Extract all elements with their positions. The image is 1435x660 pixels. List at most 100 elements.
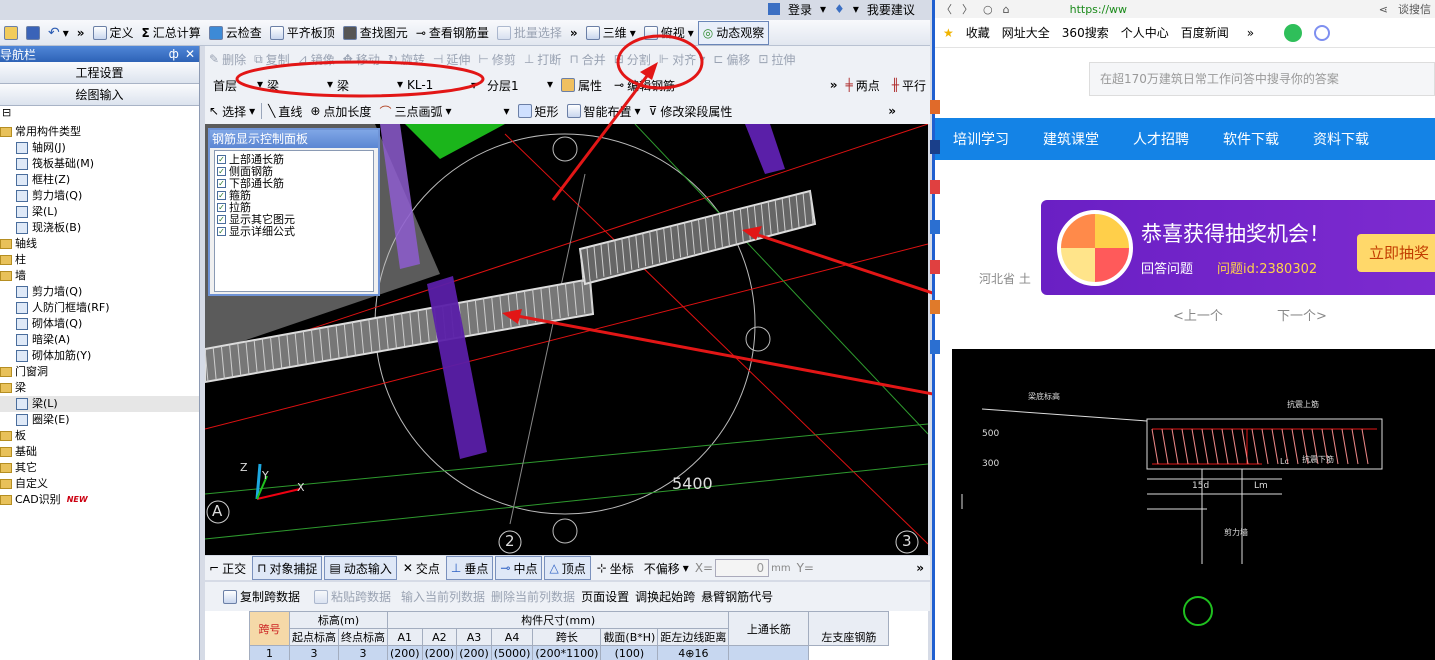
- tree-folder[interactable]: 常用构件类型: [0, 124, 199, 140]
- search-box[interactable]: 在超170万建筑日常工作问答中搜寻你的答案: [1089, 62, 1435, 96]
- lottery-button[interactable]: 立即抽奖: [1357, 234, 1435, 272]
- more-icon[interactable]: »: [916, 561, 924, 575]
- swap-start-button[interactable]: 调换起始跨: [635, 588, 695, 605]
- site-nav-item[interactable]: 建筑课堂: [1043, 129, 1099, 149]
- tree-item[interactable]: 砌体墙(Q): [0, 316, 199, 332]
- site-nav-item[interactable]: 培训学习: [953, 129, 1009, 149]
- tree-item[interactable]: 梁(L): [0, 204, 199, 220]
- strip-icon[interactable]: [930, 300, 940, 314]
- login-link[interactable]: 登录: [788, 1, 812, 18]
- tree-folder[interactable]: 门窗洞: [0, 364, 199, 380]
- merge-button[interactable]: ⊓ 合并: [565, 47, 609, 71]
- tree-folder[interactable]: 轴线: [0, 236, 199, 252]
- next-link[interactable]: 下一个>: [1277, 305, 1327, 324]
- strip-icon[interactable]: [930, 340, 940, 354]
- parallel-button[interactable]: ╫ 平行: [888, 73, 930, 97]
- table-cell[interactable]: 3: [338, 645, 388, 660]
- home-icon[interactable]: ⌂: [1003, 3, 1010, 16]
- summary-button[interactable]: Σ 汇总计算: [138, 21, 205, 45]
- strip-icon[interactable]: [930, 140, 940, 154]
- bookmark-link[interactable]: 网址大全: [1002, 24, 1050, 41]
- tree-item[interactable]: 剪力墙(Q): [0, 188, 199, 204]
- bookmark-link[interactable]: 收藏: [966, 24, 990, 41]
- tree-item[interactable]: 轴网(J): [0, 140, 199, 156]
- tree-item[interactable]: 现浇板(B): [0, 220, 199, 236]
- wechat-icon[interactable]: [1284, 23, 1303, 42]
- align-top-button[interactable]: 平齐板顶: [266, 21, 339, 45]
- subtype-select[interactable]: 梁 ▾: [337, 77, 403, 94]
- url-bar[interactable]: https://ww: [1070, 3, 1127, 16]
- snap-toggle[interactable]: ⊓ 对象捕捉: [252, 556, 323, 580]
- more-icon[interactable]: »: [1247, 26, 1254, 40]
- table-cell[interactable]: (5000): [490, 645, 534, 660]
- tree-folder[interactable]: 自定义: [0, 476, 199, 492]
- tree-folder[interactable]: CAD识别 NEW: [0, 492, 199, 508]
- tree-item[interactable]: 框柱(Z): [0, 172, 199, 188]
- more-icon[interactable]: »: [830, 78, 838, 92]
- more-icon[interactable]: »: [888, 104, 896, 118]
- paste-span-button[interactable]: 粘贴跨数据: [310, 585, 395, 609]
- more-icon[interactable]: »: [570, 26, 578, 40]
- tree-item[interactable]: 砌体加筋(Y): [0, 348, 199, 364]
- tree-folder[interactable]: 墙: [0, 268, 199, 284]
- table-cell[interactable]: (200): [421, 645, 458, 660]
- strip-icon[interactable]: [930, 220, 940, 234]
- dynamic-input-toggle[interactable]: ▤ 动态输入: [324, 556, 397, 580]
- rect-button[interactable]: 矩形: [514, 99, 563, 123]
- delete-col-button[interactable]: 删除当前列数据: [491, 588, 575, 605]
- find-button[interactable]: 查找图元: [339, 21, 412, 45]
- intersect-toggle[interactable]: ✕ 交点: [399, 556, 444, 580]
- pin-icon[interactable]: ф: [169, 47, 179, 61]
- bookmark-link[interactable]: 百度新闻: [1181, 24, 1229, 41]
- edit-rebar-button[interactable]: ⊸ 编辑钢筋: [610, 73, 679, 97]
- table-cell[interactable]: (200): [456, 645, 492, 660]
- tree-item[interactable]: 圈梁(E): [0, 412, 199, 428]
- three-d-button[interactable]: 三维 ▾: [582, 21, 640, 45]
- x-input[interactable]: 0: [715, 559, 770, 577]
- vertex-toggle[interactable]: △ 顶点: [544, 556, 591, 580]
- tree-item[interactable]: 暗梁(A): [0, 332, 199, 348]
- tree-folder[interactable]: 梁: [0, 380, 199, 396]
- close-icon[interactable]: ✕: [185, 47, 195, 61]
- copy-span-button[interactable]: 复制跨数据: [219, 585, 304, 609]
- cantilever-button[interactable]: 悬臂钢筋代号: [701, 588, 773, 605]
- two-point-button[interactable]: ╪ 两点: [842, 73, 884, 97]
- arc-mode-select[interactable]: ▾: [456, 99, 514, 123]
- table-cell[interactable]: [728, 645, 810, 660]
- top-view-button[interactable]: 俯视 ▾: [640, 21, 698, 45]
- strip-icon[interactable]: [930, 100, 940, 114]
- move-button[interactable]: ✥ 移动: [339, 47, 384, 71]
- select-button[interactable]: ↖ 选择 ▾: [205, 99, 259, 123]
- rebar-checkbox[interactable]: ✓ 显示详细公式: [217, 225, 371, 238]
- collapse-icon[interactable]: ⊟: [0, 106, 199, 120]
- cloud-check-button[interactable]: 云检查: [205, 21, 266, 45]
- site-nav-item[interactable]: 资料下载: [1313, 129, 1369, 149]
- table-cell[interactable]: 4⊕16: [657, 645, 730, 660]
- type-select[interactable]: 梁 ▾: [267, 77, 333, 94]
- forward-icon[interactable]: 〉: [962, 1, 973, 17]
- tab-project-settings[interactable]: 工程设置: [0, 62, 199, 84]
- rotate-button[interactable]: ↻ 旋转: [384, 47, 429, 71]
- tree-item[interactable]: 剪力墙(Q): [0, 284, 199, 300]
- site-nav-item[interactable]: 软件下载: [1223, 129, 1279, 149]
- undo-button[interactable]: ↶ ▾: [44, 21, 73, 45]
- strip-icon[interactable]: [930, 180, 940, 194]
- strip-icon[interactable]: [930, 260, 940, 274]
- tree-folder[interactable]: 柱: [0, 252, 199, 268]
- floor-select[interactable]: 首层 ▾: [205, 77, 263, 94]
- offset-button[interactable]: ⊏ 偏移: [709, 47, 754, 71]
- input-col-button[interactable]: 输入当前列数据: [401, 588, 485, 605]
- line-button[interactable]: ╲ 直线: [264, 99, 306, 123]
- view-rebar-button[interactable]: ⊸ 查看钢筋量: [412, 21, 493, 45]
- search-right[interactable]: 谈搜信: [1398, 1, 1431, 17]
- copy-button[interactable]: ⧉ 复制: [250, 47, 294, 71]
- arc-button[interactable]: ⌒ 三点画弧 ▾: [375, 99, 455, 123]
- save-button[interactable]: [22, 21, 44, 45]
- layer-select[interactable]: 分层1 ▾: [487, 77, 553, 94]
- split-button[interactable]: ⊞ 分割: [610, 47, 655, 71]
- site-nav-item[interactable]: 人才招聘: [1133, 129, 1189, 149]
- bookmark-link[interactable]: 个人中心: [1121, 24, 1169, 41]
- align-button[interactable]: ⊩ 对齐 ▾: [655, 47, 710, 71]
- extend-button[interactable]: ⊣ 延伸: [429, 47, 474, 71]
- trim-button[interactable]: ⊢ 修剪: [474, 47, 519, 71]
